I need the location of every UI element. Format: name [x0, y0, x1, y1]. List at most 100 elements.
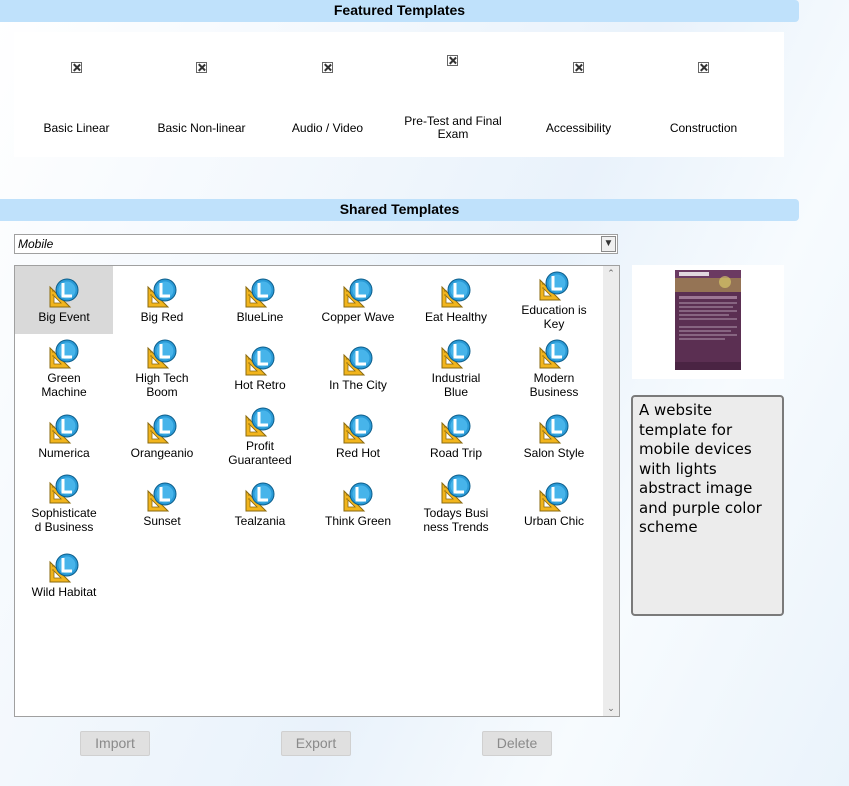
template-item-label: Red Hot — [335, 446, 381, 460]
template-icon — [48, 552, 80, 584]
template-icon — [538, 270, 570, 302]
broken-image-icon — [321, 62, 333, 73]
broken-image-icon — [446, 55, 458, 66]
template-icon — [244, 481, 276, 513]
featured-item-label: Audio / Video — [291, 121, 364, 135]
template-icon — [244, 345, 276, 377]
delete-button[interactable]: Delete — [482, 731, 552, 756]
template-item-label: Wild Habitat — [31, 585, 97, 599]
template-item-copper-wave[interactable]: Copper Wave — [309, 266, 407, 334]
template-icon — [440, 277, 472, 309]
broken-image-icon — [195, 62, 207, 73]
template-icon — [538, 413, 570, 445]
featured-templates-panel: Basic Linear Basic Non-linear Audio / Vi… — [14, 32, 784, 157]
template-icon — [48, 277, 80, 309]
template-item-road-trip[interactable]: Road Trip — [407, 402, 505, 470]
import-button[interactable]: Import — [80, 731, 150, 756]
scroll-up-arrow-icon[interactable]: ⌃ — [603, 268, 619, 279]
template-preview-image — [675, 270, 741, 370]
template-item-label: Modern Business — [529, 371, 579, 399]
template-item-profit-guaranteed[interactable]: Profit Guaranteed — [211, 402, 309, 470]
template-item-label: Urban Chic — [523, 514, 585, 528]
template-item-industrial-blue[interactable]: Industrial Blue — [407, 334, 505, 402]
template-icon — [146, 413, 178, 445]
template-item-big-red[interactable]: Big Red — [113, 266, 211, 334]
template-item-education-is-key[interactable]: Education is Key — [505, 266, 603, 334]
template-icon — [48, 413, 80, 445]
template-description: A website template for mobile devices wi… — [631, 395, 784, 616]
template-item-label: Road Trip — [429, 446, 483, 460]
template-icon — [146, 277, 178, 309]
featured-item-basic-nonlinear[interactable]: Basic Non-linear — [139, 32, 264, 157]
featured-item-label: Basic Linear — [43, 121, 110, 135]
template-item-orangeanio[interactable]: Orangeanio — [113, 402, 211, 470]
template-item-label: Tealzania — [234, 514, 286, 528]
template-icon — [440, 473, 472, 505]
featured-item-audio-video[interactable]: Audio / Video — [265, 32, 390, 157]
featured-item-pretest-final-exam[interactable]: Pre-Test and Final Exam — [390, 32, 515, 157]
featured-item-label: Pre-Test and Final Exam — [404, 114, 502, 141]
template-item-high-tech-boom[interactable]: High Tech Boom — [113, 334, 211, 402]
template-item-label: Copper Wave — [321, 310, 395, 324]
template-icon — [342, 413, 374, 445]
featured-item-basic-linear[interactable]: Basic Linear — [14, 32, 139, 157]
template-item-green-machine[interactable]: Green Machine — [15, 334, 113, 402]
scroll-down-arrow-icon[interactable]: ⌄ — [603, 703, 619, 714]
template-item-label: Hot Retro — [234, 378, 286, 392]
template-item-modern-business[interactable]: Modern Business — [505, 334, 603, 402]
template-icon — [146, 481, 178, 513]
template-item-label: Think Green — [324, 514, 392, 528]
template-icon — [538, 338, 570, 370]
template-icon — [342, 345, 374, 377]
template-item-label: Eat Healthy — [424, 310, 488, 324]
template-item-label: BlueLine — [236, 310, 284, 324]
broken-image-icon — [70, 62, 82, 73]
template-item-label: Industrial Blue — [431, 371, 481, 399]
template-item-salon-style[interactable]: Salon Style — [505, 402, 603, 470]
template-item-sophisticated-business[interactable]: Sophisticated Business — [15, 470, 113, 538]
template-item-label: Education is Key — [521, 303, 587, 331]
template-icon — [440, 338, 472, 370]
featured-item-accessibility[interactable]: Accessibility — [516, 32, 641, 157]
template-item-big-event[interactable]: Big Event — [15, 266, 113, 334]
template-icon — [48, 338, 80, 370]
template-item-sunset[interactable]: Sunset — [113, 470, 211, 538]
template-item-wild-habitat[interactable]: Wild Habitat — [15, 548, 113, 616]
export-button[interactable]: Export — [281, 731, 351, 756]
template-icon — [48, 473, 80, 505]
template-item-hot-retro[interactable]: Hot Retro — [211, 334, 309, 402]
template-item-label: Salon Style — [523, 446, 585, 460]
template-item-label: Green Machine — [41, 371, 87, 399]
template-preview-panel — [632, 265, 784, 379]
template-item-eat-healthy[interactable]: Eat Healthy — [407, 266, 505, 334]
template-item-label: Sunset — [143, 514, 181, 528]
list-scrollbar[interactable]: ⌃ ⌄ — [603, 266, 619, 716]
template-item-label: Sophisticated Business — [31, 506, 97, 534]
template-item-label: Todays Business Trends — [423, 506, 489, 534]
template-item-think-green[interactable]: Think Green — [309, 470, 407, 538]
template-item-todays-business-trends[interactable]: Todays Business Trends — [407, 470, 505, 538]
featured-item-construction[interactable]: Construction — [641, 32, 766, 157]
template-icon — [342, 277, 374, 309]
template-item-label: High Tech Boom — [135, 371, 189, 399]
featured-item-label: Basic Non-linear — [157, 121, 246, 135]
template-item-blueline[interactable]: BlueLine — [211, 266, 309, 334]
broken-image-icon — [572, 62, 584, 73]
featured-templates-header: Featured Templates — [0, 0, 799, 22]
selected-category: Mobile — [18, 237, 54, 251]
template-item-red-hot[interactable]: Red Hot — [309, 402, 407, 470]
shared-templates-header: Shared Templates — [0, 199, 799, 221]
shared-templates-list[interactable]: Big Event Big Red BlueLine Copper Wave Eat H… — [14, 265, 620, 717]
template-item-urban-chic[interactable]: Urban Chic — [505, 470, 603, 538]
template-icon — [244, 406, 276, 438]
template-item-label: Profit Guaranteed — [228, 439, 292, 467]
template-icon — [244, 277, 276, 309]
template-item-numerica[interactable]: Numerica — [15, 402, 113, 470]
chevron-down-icon[interactable]: ▼ — [601, 236, 616, 252]
broken-image-icon — [697, 62, 709, 73]
template-category-select[interactable]: Mobile ▼ — [14, 234, 618, 254]
template-item-in-the-city[interactable]: In The City — [309, 334, 407, 402]
template-icon — [440, 413, 472, 445]
featured-item-label: Construction — [669, 121, 738, 135]
template-item-tealzania[interactable]: Tealzania — [211, 470, 309, 538]
